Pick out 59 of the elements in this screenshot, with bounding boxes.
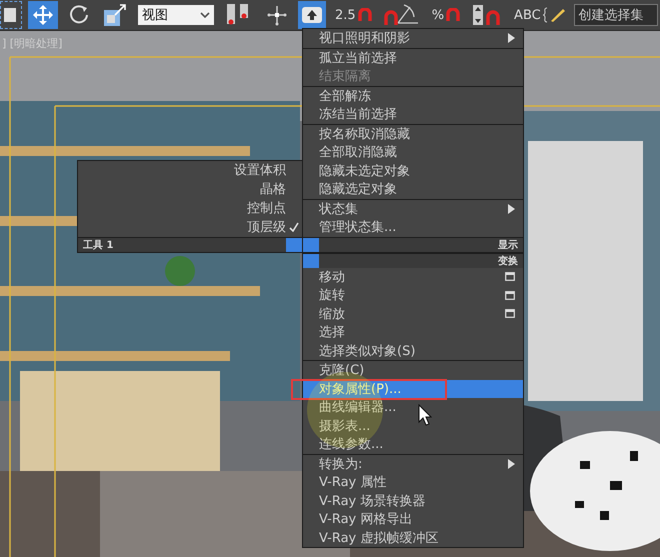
spinner-magnet-icon [472, 3, 502, 27]
four-arrow-icon [31, 3, 55, 27]
menu-item[interactable]: 克隆(C) [303, 361, 523, 380]
menu-item[interactable]: 控制点 [78, 198, 302, 218]
magnet-icon [358, 8, 372, 22]
crosshair-icon [265, 3, 289, 27]
menu-item[interactable]: 状态集 [303, 200, 523, 218]
region-select-button[interactable] [0, 1, 22, 29]
menu-item[interactable]: 顶层级 [78, 218, 302, 236]
menu-item[interactable]: 选择 [303, 323, 523, 342]
quadrant-marker [303, 254, 319, 268]
menu-item[interactable]: 隐藏未选定对象 [303, 162, 523, 180]
menu-item[interactable]: V-Ray 场景转换器 [303, 492, 523, 510]
manipulate-button[interactable] [298, 1, 326, 29]
menu-item[interactable]: 设置体积 [78, 160, 302, 180]
menu-item[interactable]: V-Ray 虚拟帧缓冲区 [303, 528, 523, 547]
quadrant-title: 变换 [497, 254, 519, 268]
settings-box-icon[interactable] [505, 272, 515, 282]
square-icon [4, 6, 18, 24]
selection-set-field[interactable]: 创建选择集 [574, 4, 658, 26]
menu-item[interactable]: 缩放 [303, 304, 523, 323]
menu-item[interactable]: 曲线编辑器... [303, 398, 523, 416]
named-sets-button[interactable]: ABC [511, 1, 568, 29]
caret-icon [200, 12, 210, 18]
percent-snap-button[interactable]: % [428, 1, 464, 29]
quadrant-title: 工具 1 [82, 238, 114, 252]
settings-box-icon[interactable] [505, 290, 515, 300]
menu-item[interactable]: 全部取消隐藏 [303, 143, 523, 162]
menu-item[interactable]: 摄影表... [303, 416, 523, 435]
menu-item[interactable]: 移动 [303, 268, 523, 286]
menu-item[interactable]: 按名称取消隐藏 [303, 124, 523, 143]
magnet-icon [446, 8, 460, 22]
scale-icon [103, 2, 129, 28]
menu-item[interactable]: 转换为: [303, 454, 523, 473]
menu-item[interactable]: V-Ray 网格导出 [303, 510, 523, 528]
angle-magnet-icon [384, 3, 420, 27]
menu-item[interactable]: 视口照明和阴影 [303, 29, 523, 48]
menu-item[interactable]: 旋转 [303, 286, 523, 304]
menu-item[interactable]: V-Ray 属性 [303, 473, 523, 492]
cursor-icon [418, 404, 432, 426]
menu-item[interactable]: 晶格 [78, 180, 302, 198]
menu-item[interactable]: 全部解冻 [303, 86, 523, 105]
pencil-icon [542, 7, 565, 23]
menu-item[interactable]: 冻结当前选择 [303, 105, 523, 124]
menu-item[interactable]: 管理状态集... [303, 218, 523, 236]
snap-toggle-button[interactable]: 2.5 [332, 1, 375, 29]
quadrant-title: 显示 [497, 238, 519, 252]
view-dropdown[interactable]: 视图 [138, 5, 214, 25]
quadrant-marker [303, 238, 319, 252]
settings-box-icon[interactable] [505, 309, 515, 318]
menu-item[interactable]: 隐藏选定对象 [303, 180, 523, 198]
menu-item[interactable]: 选择类似对象(S) [303, 342, 523, 360]
quadrant-marker [286, 238, 302, 252]
menu-item[interactable]: 连线参数... [303, 435, 523, 454]
submenu-arrow-icon [508, 33, 515, 44]
move-button[interactable] [28, 1, 58, 29]
submenu-arrow-icon [508, 458, 515, 469]
menu-item[interactable]: 孤立当前选择 [303, 48, 523, 67]
submenu-arrow-icon [508, 204, 515, 214]
